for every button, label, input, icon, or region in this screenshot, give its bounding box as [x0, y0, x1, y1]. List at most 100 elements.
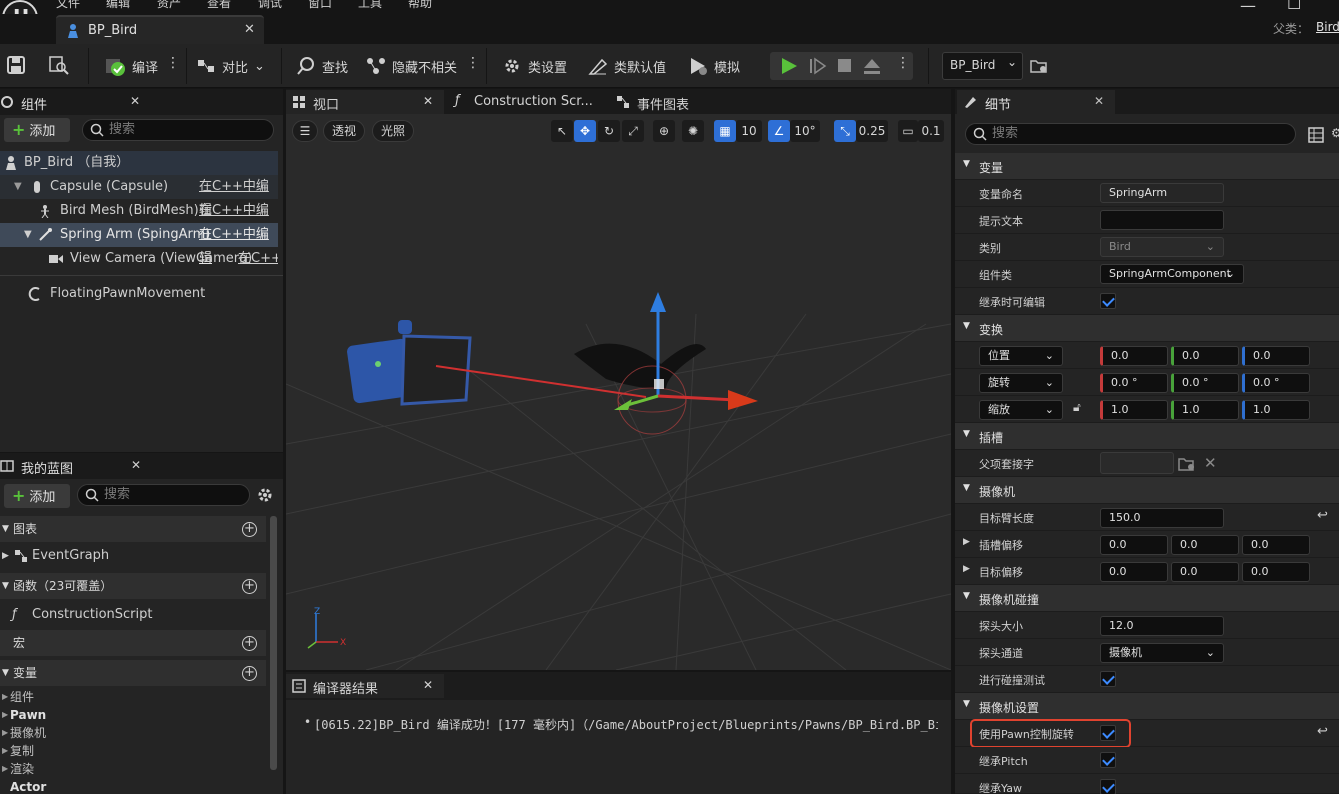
location-y-input[interactable]: 0.0	[1171, 346, 1239, 366]
section-camera[interactable]: ▼ 摄像机	[955, 477, 1339, 504]
add-member-button[interactable]: + 添加	[4, 484, 70, 508]
section-camera-collision[interactable]: ▼ 摄像机碰撞	[955, 585, 1339, 612]
parent-class-link[interactable]: Bird	[1316, 20, 1339, 34]
variable-category[interactable]: ▶ 渲染	[0, 760, 266, 778]
menu-window[interactable]: 窗口	[308, 0, 332, 11]
viewport-3d[interactable]: Z X ☰ 透视 光照 ↖ ✥ ↻ ⤢ ⊕ ✺ ▦ 10 ∠ 10° ⤡ 0.2…	[286, 114, 951, 670]
simulate-button[interactable]: 模拟	[688, 54, 740, 78]
play-icon[interactable]	[779, 56, 799, 76]
browse-asset-icon[interactable]	[48, 55, 70, 75]
select-tool-icon[interactable]: ↖	[551, 120, 573, 142]
close-tab-icon[interactable]: ✕	[423, 678, 433, 692]
target-offset-z-input[interactable]: 0.0	[1242, 562, 1310, 582]
construction-script-item[interactable]: ƒ ConstructionScript	[0, 603, 266, 627]
rotate-tool-icon[interactable]: ↻	[598, 120, 620, 142]
inherit-pitch-checkbox[interactable]	[1100, 752, 1116, 768]
location-mode-dropdown[interactable]: 位置 ⌄	[979, 346, 1063, 366]
section-sockets[interactable]: ▼ 插槽	[955, 423, 1339, 450]
perspective-button[interactable]: 透视	[323, 120, 365, 142]
socket-offset-z-input[interactable]: 0.0	[1242, 535, 1310, 555]
grid-snap-value[interactable]: 10	[736, 120, 762, 142]
tree-item-capsule[interactable]: ▼ Capsule (Capsule) 在C++中编辑	[0, 175, 278, 218]
variable-name-input[interactable]: SpringArm	[1100, 183, 1224, 203]
scale-tool-icon[interactable]: ⤢	[622, 120, 644, 142]
target-offset-x-input[interactable]: 0.0	[1100, 562, 1168, 582]
expand-arrow-icon[interactable]: ▶	[963, 537, 970, 547]
location-z-input[interactable]: 0.0	[1242, 346, 1310, 366]
variable-category[interactable]: ▶ 摄像机	[0, 724, 266, 742]
diff-button[interactable]: 对比 ⌄	[196, 54, 265, 78]
scrollbar[interactable]	[270, 516, 277, 770]
close-panel-icon[interactable]: ✕	[131, 458, 141, 472]
lit-button[interactable]: 光照	[372, 120, 414, 142]
expand-arrow-icon[interactable]: ▼	[24, 223, 32, 247]
do-collision-test-checkbox[interactable]	[1100, 671, 1116, 687]
scale-z-input[interactable]: 1.0	[1242, 400, 1310, 420]
settings-icon[interactable]: ⚙	[1331, 126, 1339, 140]
tooltip-input[interactable]	[1100, 210, 1224, 230]
maximize-icon[interactable]: ☐	[1287, 0, 1301, 13]
reset-to-default-icon[interactable]: ↩	[1317, 508, 1328, 523]
menu-file[interactable]: 文件	[56, 0, 80, 11]
camera-speed-value[interactable]: 0.1	[918, 120, 944, 142]
socket-offset-x-input[interactable]: 0.0	[1100, 535, 1168, 555]
translate-tool-icon[interactable]: ✥	[574, 120, 596, 142]
scale-snap-icon[interactable]: ⤡	[834, 120, 856, 142]
variable-category[interactable]: ▶ 复制	[0, 742, 266, 760]
section-variable[interactable]: ▼ 变量	[955, 153, 1339, 180]
section-camera-settings[interactable]: ▼ 摄像机设置	[955, 693, 1339, 720]
save-icon[interactable]	[7, 56, 25, 74]
rotation-snap-icon[interactable]: ∠	[768, 120, 790, 142]
rotation-z-input[interactable]: 0.0 °	[1242, 373, 1310, 393]
tree-item-floating-pawn-movement[interactable]: FloatingPawnMovement	[0, 282, 278, 306]
tab-event-graph[interactable]: 事件图表	[608, 90, 766, 114]
close-panel-icon[interactable]: ✕	[130, 94, 140, 108]
variable-category[interactable]: ▶ Pawn	[0, 706, 266, 724]
step-icon[interactable]	[808, 56, 828, 76]
play-options-icon[interactable]: ⋮	[896, 55, 910, 71]
gear-icon[interactable]	[257, 487, 273, 503]
socket-offset-y-input[interactable]: 0.0	[1171, 535, 1239, 555]
section-transform[interactable]: ▼ 变换	[955, 315, 1339, 342]
editable-when-inherited-checkbox[interactable]	[1100, 293, 1116, 309]
close-tab-icon[interactable]: ✕	[423, 94, 433, 108]
rotation-snap-value[interactable]: 10°	[790, 120, 820, 142]
tab-details[interactable]: 细节 ✕	[957, 90, 1115, 114]
compile-options-icon[interactable]: ⋮	[166, 55, 180, 71]
browse-folder-icon[interactable]	[1030, 57, 1048, 75]
menu-edit[interactable]: 编辑	[106, 0, 130, 11]
menu-asset[interactable]: 资产	[157, 0, 181, 11]
grid-snap-icon[interactable]: ▦	[714, 120, 736, 142]
menu-debug[interactable]: 调试	[258, 0, 282, 11]
eject-icon[interactable]	[862, 56, 882, 76]
target-arm-length-input[interactable]: 150.0	[1100, 508, 1224, 528]
expand-arrow-icon[interactable]: ▶	[963, 564, 970, 574]
coordinate-space-icon[interactable]: ⊕	[653, 120, 675, 142]
event-graph-item[interactable]: ▶ EventGraph	[0, 544, 266, 568]
edit-in-cpp-link[interactable]: 在C++中	[238, 247, 278, 271]
tab-viewport[interactable]: 视口 ✕	[286, 90, 444, 114]
compile-button[interactable]: 编译	[104, 54, 158, 78]
find-button[interactable]: 查找	[296, 54, 348, 78]
table-view-icon[interactable]	[1308, 127, 1324, 143]
components-search-input[interactable]: 搜索	[82, 119, 274, 141]
reset-to-default-icon[interactable]: ↩	[1317, 724, 1328, 739]
scale-y-input[interactable]: 1.0	[1171, 400, 1239, 420]
scale-x-input[interactable]: 1.0	[1100, 400, 1168, 420]
details-search-input[interactable]: 搜索	[965, 123, 1296, 145]
scale-snap-value[interactable]: 0.25	[856, 120, 888, 142]
lock-icon[interactable]: 🔓︎	[1073, 400, 1081, 415]
graphs-section[interactable]: ▼ 图表 +	[0, 516, 266, 542]
document-tab[interactable]: BP_Bird ✕	[56, 15, 264, 44]
parent-socket-input[interactable]	[1100, 452, 1174, 474]
tab-construction-script[interactable]: ƒ Construction Scr...	[447, 90, 605, 114]
clear-icon[interactable]: ✕	[1204, 454, 1217, 472]
probe-channel-dropdown[interactable]: 摄像机 ⌄	[1100, 643, 1224, 663]
browse-folder-icon[interactable]	[1178, 456, 1196, 472]
tab-compiler-results[interactable]: 编译器结果 ✕	[286, 674, 444, 698]
hide-unrelated-button[interactable]: 隐藏不相关	[366, 54, 457, 78]
class-defaults-button[interactable]: 类默认值	[588, 54, 666, 78]
stop-icon[interactable]	[836, 57, 854, 75]
tree-item-bird-mesh[interactable]: Bird Mesh (BirdMesh) 在C++中编辑	[0, 199, 278, 242]
rotation-x-input[interactable]: 0.0 °	[1100, 373, 1168, 393]
